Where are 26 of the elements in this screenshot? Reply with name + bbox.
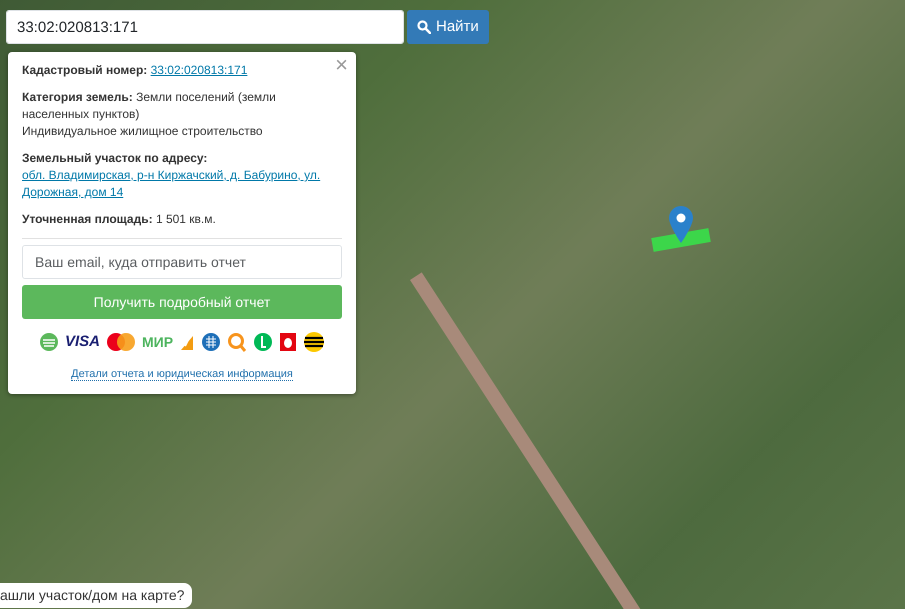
info-text: Индивидуальное жилищное строительство bbox=[22, 123, 264, 140]
info-text: Кадастровый номер: 33:02:020813:171 bbox=[22, 62, 248, 79]
payment-logo-icon bbox=[38, 332, 59, 352]
payment-logo-icon bbox=[201, 332, 222, 352]
report-button[interactable]: Получить подробный отчет bbox=[22, 285, 342, 319]
info-text: Категория земель: Земли поселений (земли населенных пунктов) bbox=[22, 89, 277, 123]
payment-logo-icon bbox=[253, 332, 274, 352]
info-text: Земельный участок по адресу: обл. Владимирская, р-н Киржачский, д. Бабурино, ул. Дорожная, дом 14 bbox=[22, 150, 342, 201]
search-button[interactable]: Найти bbox=[407, 10, 489, 44]
card-logo: МИР bbox=[142, 332, 174, 352]
details-link[interactable]: Детали отчета и юридическая информация bbox=[71, 368, 293, 380]
search-icon bbox=[417, 20, 431, 34]
card-logo: VISA bbox=[64, 332, 100, 352]
info-link[interactable]: 33:02:020813:171 bbox=[150, 63, 248, 77]
satellite-map[interactable] bbox=[0, 0, 905, 609]
payment-logo-icon bbox=[227, 332, 248, 352]
payment-logo-icon bbox=[303, 331, 326, 354]
search-field[interactable]: 33:02:020813:171 bbox=[6, 10, 404, 44]
help-bubble[interactable]: ашли участок/дом на карте? bbox=[0, 583, 192, 608]
payment-logo-icon bbox=[279, 332, 298, 352]
close-button[interactable]: × bbox=[335, 54, 348, 76]
circles-logo-icon bbox=[106, 332, 136, 352]
info-text: Уточненная площадь: 1 501 кв.м. bbox=[22, 211, 217, 228]
map-pin-icon[interactable] bbox=[669, 206, 693, 244]
email-field[interactable]: Ваш email, куда отправить отчет bbox=[22, 245, 342, 279]
info-link[interactable]: обл. Владимирская, р-н Киржачский, д. Бабурино, ул. Дорожная, дом 14 bbox=[22, 167, 342, 201]
